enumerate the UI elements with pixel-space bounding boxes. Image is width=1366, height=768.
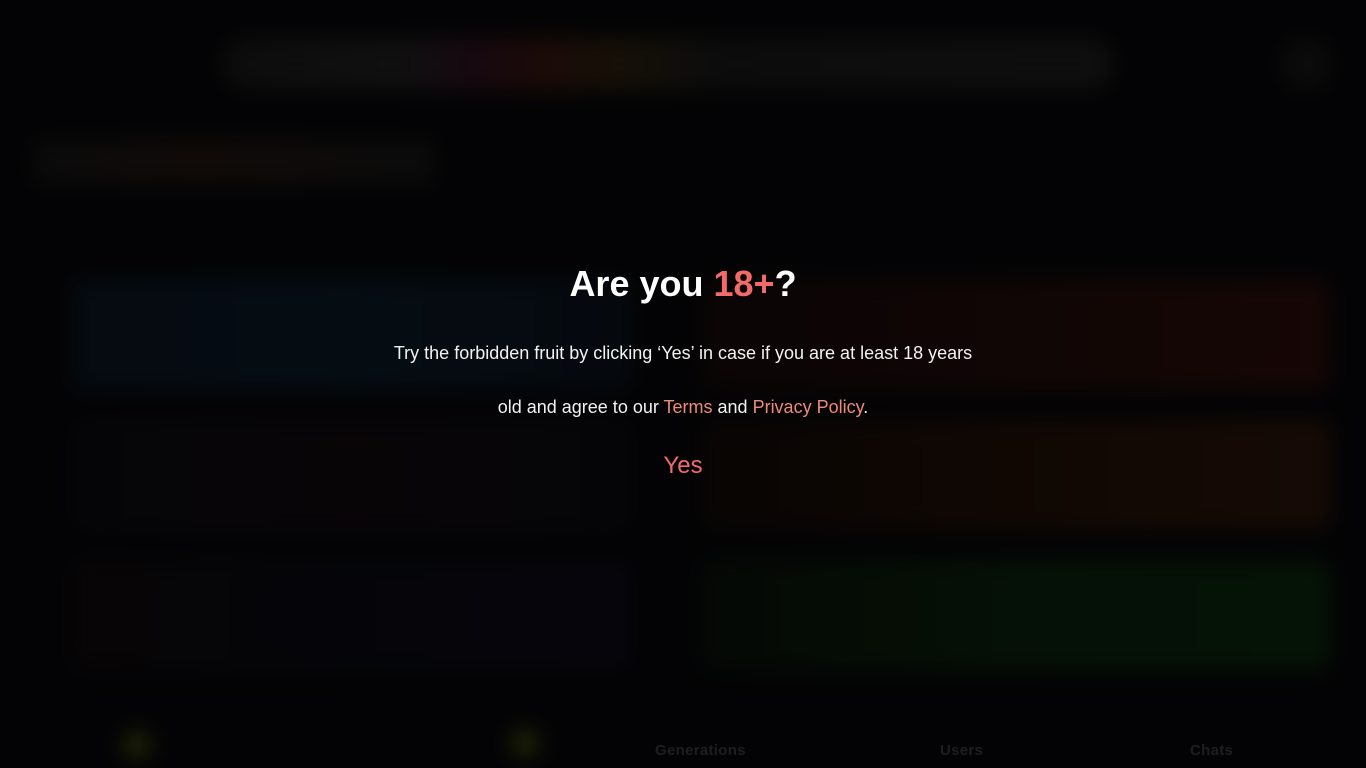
modal-title: Are you 18+?	[383, 250, 983, 318]
terms-link[interactable]: Terms	[664, 397, 713, 417]
privacy-policy-link[interactable]: Privacy Policy	[753, 397, 864, 417]
title-prefix: Are you	[569, 263, 714, 304]
age-gate-page: Generations Users Chats Are you 18+? Try…	[0, 0, 1366, 768]
age-verification-modal: Are you 18+? Try the forbidden fruit by …	[383, 250, 983, 484]
title-suffix: ?	[774, 263, 797, 304]
yes-button[interactable]: Yes	[649, 448, 716, 484]
modal-description: Try the forbidden fruit by clicking ‘Yes…	[393, 326, 973, 434]
title-age-accent: 18+	[713, 263, 775, 304]
description-end: .	[863, 397, 869, 417]
description-connector: and	[712, 397, 753, 417]
